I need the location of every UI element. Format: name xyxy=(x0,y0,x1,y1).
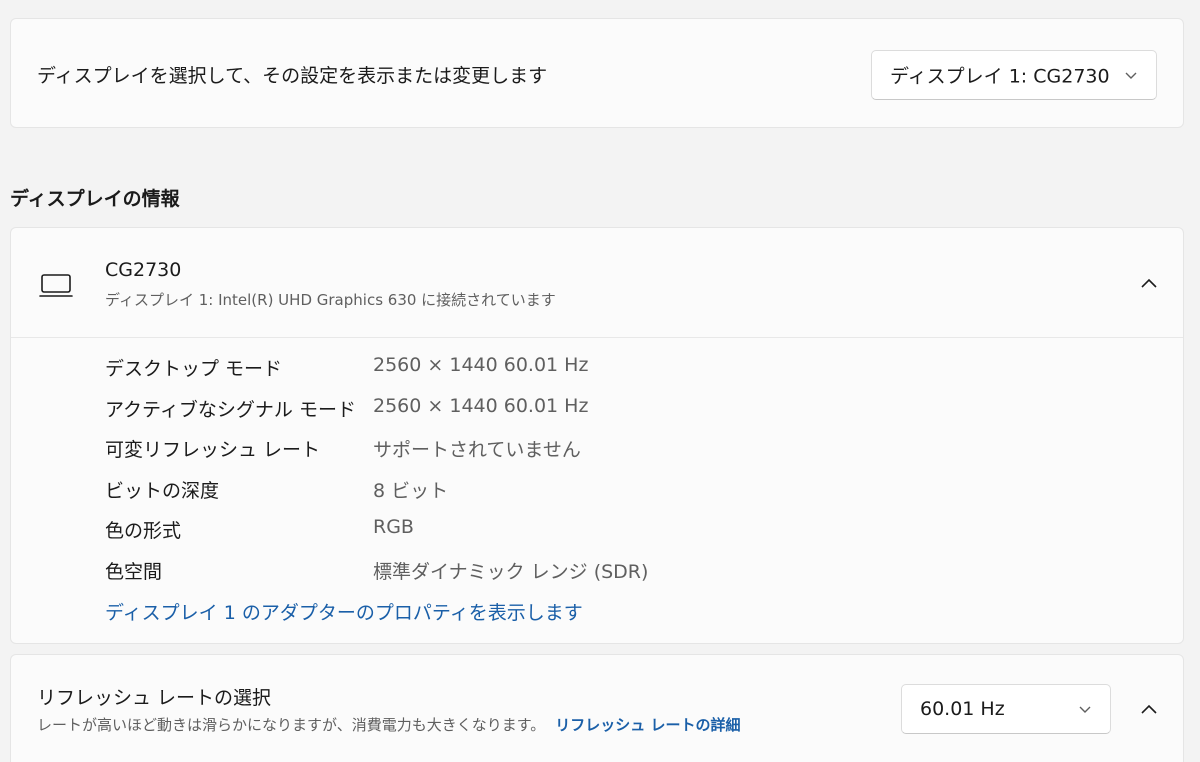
display-info-header[interactable]: CG2730 ディスプレイ 1: Intel(R) UHD Graphics 6… xyxy=(11,228,1183,338)
display-settings-page: ディスプレイを選択して、その設定を表示または変更します ディスプレイ 1: CG… xyxy=(0,0,1200,762)
chevron-up-icon xyxy=(1141,278,1157,288)
chevron-down-icon xyxy=(1125,72,1137,79)
spec-key: 色空間 xyxy=(105,560,163,583)
display-select-dropdown[interactable]: ディスプレイ 1: CG2730 xyxy=(871,50,1157,100)
spec-key: 色の形式 xyxy=(105,520,182,542)
collapse-refresh-rate-button[interactable] xyxy=(1131,691,1167,727)
spec-value: 2560 × 1440 60.01 Hz xyxy=(373,394,589,417)
refresh-rate-card: リフレッシュ レートの選択 レートが高いほど動きは滑らかになりますが、消費電力も… xyxy=(10,654,1184,762)
select-display-card: ディスプレイを選択して、その設定を表示または変更します ディスプレイ 1: CG… xyxy=(10,18,1184,128)
spec-key: 可変リフレッシュ レート xyxy=(105,439,321,461)
spec-value: 8 ビット xyxy=(373,479,449,502)
spec-key: ビットの深度 xyxy=(105,479,220,502)
refresh-rate-title: リフレッシュ レートの選択 xyxy=(37,687,272,709)
display-name: CG2730 xyxy=(105,259,182,281)
refresh-rate-description-line: レートが高いほど動きは滑らかになりますが、消費電力も大きくなります。 リフレッシュ… xyxy=(37,714,740,735)
chevron-up-icon xyxy=(1141,704,1157,714)
refresh-rate-value: 60.01 Hz xyxy=(920,698,1005,720)
spec-value: サポートされていません xyxy=(373,439,581,461)
refresh-rate-details-link[interactable]: リフレッシュ レートの詳細 xyxy=(555,716,740,734)
spec-key: デスクトップ モード xyxy=(105,358,283,380)
spec-key: アクティブなシグナル モード xyxy=(105,398,356,421)
refresh-rate-description: レートが高いほど動きは滑らかになりますが、消費電力も大きくなります。 xyxy=(37,716,546,734)
select-display-label: ディスプレイを選択して、その設定を表示または変更します xyxy=(37,65,548,87)
display-info-heading: ディスプレイの情報 xyxy=(10,188,180,210)
chevron-down-icon xyxy=(1079,706,1091,713)
spec-value: 標準ダイナミック レンジ (SDR) xyxy=(373,560,649,583)
display-info-card: CG2730 ディスプレイ 1: Intel(R) UHD Graphics 6… xyxy=(10,227,1184,644)
spec-value: RGB xyxy=(373,516,414,538)
monitor-icon xyxy=(39,274,73,297)
spec-value: 2560 × 1440 60.01 Hz xyxy=(373,354,589,376)
adapter-properties-link[interactable]: ディスプレイ 1 のアダプターのプロパティを表示します xyxy=(105,598,583,625)
display-connection-subtitle: ディスプレイ 1: Intel(R) UHD Graphics 630 に接続さ… xyxy=(105,291,556,309)
display-select-value: ディスプレイ 1: CG2730 xyxy=(890,65,1110,88)
collapse-display-info-button[interactable] xyxy=(1131,265,1167,301)
refresh-rate-dropdown[interactable]: 60.01 Hz xyxy=(901,684,1111,734)
